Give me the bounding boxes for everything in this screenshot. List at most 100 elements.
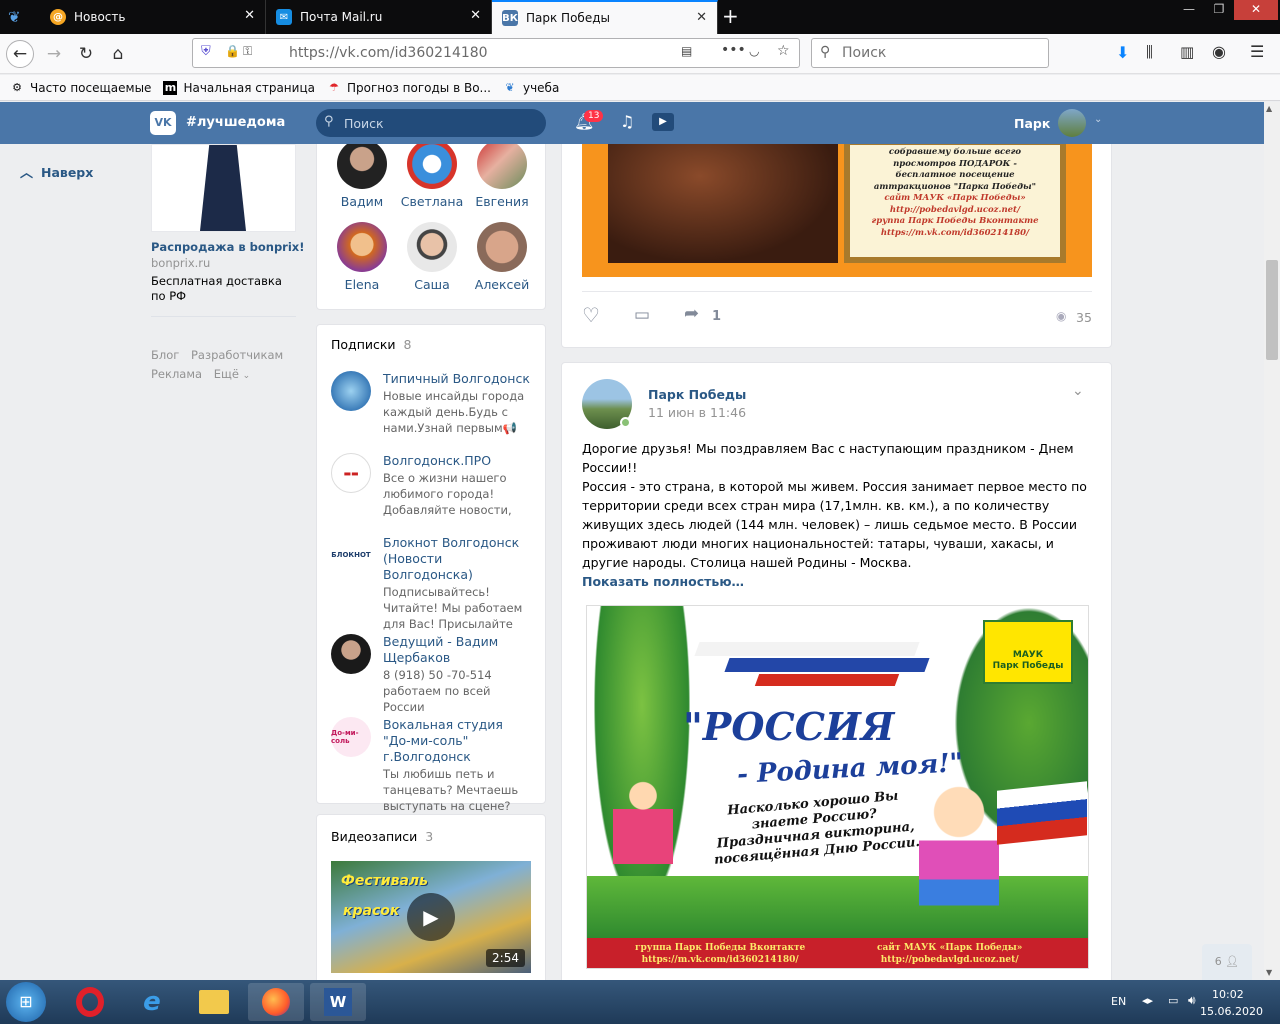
ad-title[interactable]: Распродажа в bonprix! [151, 240, 304, 254]
footer-blog[interactable]: Блог [151, 348, 179, 362]
friend-item[interactable]: Евгения [467, 144, 537, 209]
logo-text: МАУК [1012, 650, 1044, 660]
library-icon[interactable]: ⫼ [1146, 43, 1153, 61]
footer-ads[interactable]: Реклама [151, 367, 202, 381]
account-icon[interactable]: ◉ [1212, 42, 1226, 61]
hashtag-link[interactable]: #лучшедома [186, 115, 285, 130]
clock-date[interactable]: 15.06.2020 [1200, 1005, 1263, 1018]
volume-icon[interactable]: 🔊︎ [1188, 993, 1196, 1008]
music-icon[interactable]: ♫ [620, 112, 634, 131]
shield-icon[interactable]: ⛨ [201, 44, 211, 59]
tab-park-pobedy[interactable]: ВК Парк Победы ✕ [492, 0, 718, 34]
firefox-taskbar-icon[interactable] [248, 983, 304, 1021]
comment-icon[interactable]: ▭ [634, 305, 650, 325]
post-image[interactable]: собравшему больше всего просмотров ПОДАР… [582, 144, 1092, 277]
more-actions-icon[interactable]: ••• [721, 42, 746, 58]
subscription-item[interactable]: До-ми-соль Вокальная студия "До-ми-соль"… [331, 717, 531, 814]
scrollbar-thumb[interactable] [1266, 260, 1278, 360]
vk-search-placeholder: Поиск [344, 116, 384, 131]
bookmark-star-icon[interactable]: ☆ [777, 43, 790, 59]
home-button[interactable]: ⌂ [104, 40, 132, 68]
scroll-down-arrow-icon[interactable]: ▼ [1266, 968, 1272, 977]
new-tab-button[interactable]: + [722, 4, 744, 28]
vk-search-input[interactable]: ⚲ Поиск [316, 109, 546, 137]
friend-item[interactable]: Алексей [467, 222, 537, 292]
close-icon[interactable]: ✕ [244, 8, 255, 23]
reader-view-icon[interactable]: ▤ [681, 44, 692, 58]
bookmark-home[interactable]: m Начальная страница [163, 80, 315, 95]
url-text[interactable]: https://vk.com/id360214180 [289, 45, 488, 61]
subscription-item[interactable]: ▬▬ Волгодонск.ПРО Все о жизни нашего люб… [331, 453, 531, 518]
forward-button[interactable]: → [40, 40, 68, 68]
ie-icon[interactable]: e [124, 983, 180, 1021]
page-scrollbar[interactable] [1264, 102, 1280, 980]
window-close-button[interactable]: ✕ [1234, 0, 1278, 20]
tab-mail[interactable]: ✉ Почта Mail.ru ✕ [266, 0, 492, 34]
subscription-item[interactable]: БЛОКНОТ Блокнот Волгодонск (Новости Волг… [331, 535, 531, 632]
tab-novost[interactable]: @ Новость ✕ [40, 0, 266, 34]
pocket-icon[interactable]: ◡ [749, 44, 759, 58]
show-more-link[interactable]: Показать полностью… [582, 572, 1094, 591]
firefox-menu-icon[interactable]: ❦ [8, 8, 30, 26]
network-icon[interactable]: ▭ [1168, 994, 1178, 1007]
hamburger-menu-icon[interactable]: ☰ [1250, 42, 1264, 61]
start-button[interactable]: ⊞ [6, 982, 46, 1022]
back-to-top[interactable]: ︿ Наверх [20, 162, 93, 181]
subscription-item[interactable]: Ведущий - Вадим Щербаков 8 (918) 50 -70-… [331, 634, 531, 715]
avatar [337, 222, 387, 272]
friend-item[interactable]: Вадим [327, 144, 397, 209]
video-icon[interactable]: ▶ [652, 113, 674, 131]
minimize-button[interactable]: — [1174, 0, 1204, 20]
maximize-button[interactable]: ❐ [1204, 0, 1234, 20]
clock-time[interactable]: 10:02 [1212, 988, 1244, 1001]
close-icon[interactable]: ✕ [696, 10, 707, 25]
opera-icon[interactable] [62, 983, 118, 1021]
subscription-item[interactable]: Типичный Волгодонск Новые инсайды города… [331, 371, 531, 436]
sidebar-icon[interactable]: ▥ [1180, 43, 1194, 61]
video-thumbnail[interactable]: Фестиваль красок ▶ 2:54 [331, 861, 531, 973]
explorer-folder-icon[interactable] [186, 983, 242, 1021]
post-menu-chevron-icon[interactable]: ⌄ [1072, 383, 1084, 399]
chevron-down-icon[interactable]: ⌄ [1094, 114, 1102, 125]
language-indicator[interactable]: EN [1111, 995, 1126, 1008]
footer-more[interactable]: Ещё [214, 367, 239, 381]
ad-image[interactable] [151, 144, 296, 232]
word-icon[interactable]: W [310, 983, 366, 1021]
user-avatar[interactable] [1058, 109, 1086, 137]
post-date[interactable]: 11 июн в 11:46 [648, 405, 746, 420]
online-friends-button[interactable]: 6 👤︎ [1202, 944, 1252, 980]
friend-item[interactable]: Светлана [397, 144, 467, 209]
user-name[interactable]: Парк [1014, 116, 1050, 131]
bookmark-study[interactable]: ❦ учеба [503, 81, 559, 95]
tray-arrow-icon[interactable]: ◂▸ [1142, 994, 1153, 1007]
friend-item[interactable]: Саша [397, 222, 467, 292]
post-card: собравшему больше всего просмотров ПОДАР… [561, 144, 1112, 348]
post-image[interactable]: МАУК Парк Победы "РОССИЯ - Родина моя!" … [586, 605, 1089, 969]
bookmark-frequent[interactable]: ⚙ Часто посещаемые [10, 81, 151, 95]
post-author[interactable]: Парк Победы [648, 387, 746, 402]
subscriptions-header[interactable]: Подписки 8 [331, 337, 411, 352]
subscription-name: Блокнот Волгодонск (Новости Волгодонска) [383, 535, 520, 582]
footer-links: Блог Разработчикам Реклама Ещё ⌄ [151, 346, 301, 386]
footer-devs[interactable]: Разработчикам [191, 348, 283, 362]
subscription-desc: Подписывайтесь! Читайте! Мы работаем для… [383, 585, 523, 631]
play-icon[interactable]: ▶ [407, 893, 455, 941]
bookmark-weather[interactable]: ☂ Прогноз погоды в Во... [327, 81, 491, 95]
reload-button[interactable]: ↻ [72, 40, 100, 68]
share-icon[interactable]: ➦ [684, 303, 699, 324]
videos-header[interactable]: Видеозаписи 3 [331, 829, 433, 844]
url-bar[interactable]: ⛨ 🔒 ⚿ https://vk.com/id360214180 ▤ ••• ◡… [192, 38, 800, 68]
like-icon[interactable]: ♡ [582, 303, 600, 327]
scroll-up-arrow-icon[interactable]: ▲ [1266, 104, 1272, 113]
close-icon[interactable]: ✕ [470, 8, 481, 23]
vk-logo-icon[interactable]: VK [150, 111, 176, 135]
download-icon[interactable]: ⬇ [1116, 43, 1129, 62]
permissions-icon[interactable]: ⚿ [243, 44, 252, 59]
nav-toolbar: ← → ↻ ⌂ ⛨ 🔒 ⚿ https://vk.com/id360214180… [0, 34, 1280, 74]
browser-search-box[interactable]: ⚲ Поиск [811, 38, 1049, 68]
back-button[interactable]: ← [6, 40, 34, 68]
search-icon: ⚲ [820, 44, 831, 60]
friend-item[interactable]: Elena [327, 222, 397, 292]
bookmark-label: Прогноз погоды в Во... [346, 80, 491, 95]
lock-icon[interactable]: 🔒 [225, 44, 240, 58]
